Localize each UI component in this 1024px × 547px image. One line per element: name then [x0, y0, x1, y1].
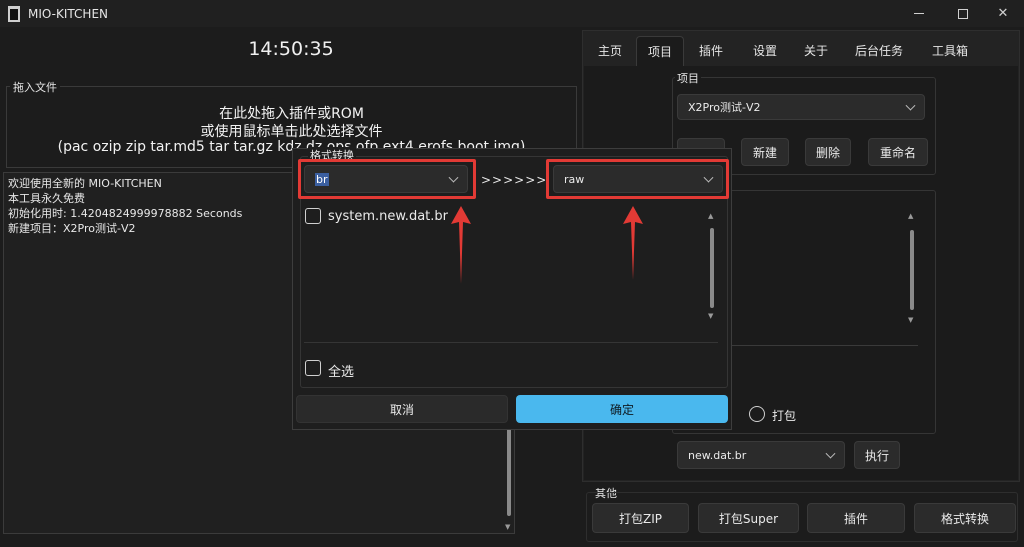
project-select[interactable]: X2Pro测试-V2 — [677, 94, 925, 120]
chevron-down-icon — [825, 448, 836, 459]
tab-project[interactable]: 项目 — [636, 36, 684, 66]
cancel-button[interactable]: 取消 — [296, 395, 508, 423]
tab-plugins[interactable]: 插件 — [684, 36, 738, 66]
rename-project-button[interactable]: 重命名 — [868, 138, 928, 166]
drop-zone-label: 拖入文件 — [10, 79, 60, 95]
select-all-label: 全选 — [328, 365, 355, 380]
scroll-up-icon[interactable]: ▲ — [708, 212, 713, 220]
file-list-scroll-thumb[interactable] — [710, 228, 714, 308]
select-all-checkbox[interactable] — [305, 360, 321, 376]
conversion-arrows: >>>>>> — [481, 173, 548, 187]
format-convert-button[interactable]: 格式转换 — [914, 503, 1016, 533]
scroll-up-icon[interactable]: ▲ — [908, 212, 913, 220]
pack-format-value: new.dat.br — [688, 448, 747, 462]
divider — [304, 342, 718, 343]
log-scroll-thumb[interactable] — [507, 428, 511, 516]
tab-home[interactable]: 主页 — [584, 36, 636, 66]
maximize-icon — [958, 8, 968, 19]
partition-scrollbar[interactable]: ▲ ▼ — [907, 212, 917, 327]
pack-zip-button[interactable]: 打包ZIP — [592, 503, 689, 533]
close-button[interactable]: ✕ — [980, 0, 1024, 27]
pack-radio-label: 打包 — [772, 409, 797, 423]
new-project-button[interactable]: 新建 — [741, 138, 789, 166]
pack-super-button[interactable]: 打包Super — [698, 503, 799, 533]
pack-radio[interactable] — [749, 406, 765, 422]
annotation-arrow-icon — [623, 206, 643, 280]
delete-project-button[interactable]: 删除 — [805, 138, 851, 166]
pack-format-select[interactable]: new.dat.br — [677, 441, 845, 469]
tab-settings[interactable]: 设置 — [738, 36, 792, 66]
highlight-box — [546, 159, 729, 199]
tab-bar: 主页 项目 插件 设置 关于 后台任务 工具箱 — [584, 36, 982, 66]
run-button[interactable]: 执行 — [854, 441, 900, 469]
file-list-scrollbar[interactable]: ▲ ▼ — [707, 212, 717, 324]
close-icon: ✕ — [997, 6, 1009, 21]
scroll-down-icon[interactable]: ▼ — [908, 316, 913, 324]
app-logo-icon — [8, 5, 20, 22]
drop-zone-line: 在此处拖入插件或ROM — [219, 106, 364, 122]
minimize-icon — [914, 13, 924, 14]
tab-background-tasks[interactable]: 后台任务 — [840, 36, 918, 66]
confirm-button[interactable]: 确定 — [516, 395, 728, 423]
highlight-box — [298, 159, 476, 199]
project-select-value: X2Pro测试-V2 — [688, 101, 761, 114]
minimize-button[interactable] — [896, 0, 942, 27]
file-name: system.new.dat.br — [328, 209, 448, 224]
chevron-down-icon — [905, 100, 916, 111]
plugins-button[interactable]: 插件 — [807, 503, 905, 533]
tab-about[interactable]: 关于 — [792, 36, 840, 66]
scroll-down-icon[interactable]: ▼ — [505, 523, 510, 531]
partition-scroll-thumb[interactable] — [910, 230, 914, 310]
tab-toolbox[interactable]: 工具箱 — [918, 36, 982, 66]
clock: 14:50:35 — [248, 38, 334, 60]
scroll-down-icon[interactable]: ▼ — [708, 312, 713, 320]
window-title: MIO-KITCHEN — [28, 6, 108, 21]
title-bar: MIO-KITCHEN ✕ — [0, 0, 1024, 27]
project-group-label: 项目 — [675, 70, 701, 86]
annotation-arrow-icon — [451, 206, 471, 284]
drop-zone-line: 或使用鼠标单击此处选择文件 — [200, 124, 383, 140]
file-checkbox[interactable] — [305, 208, 321, 224]
